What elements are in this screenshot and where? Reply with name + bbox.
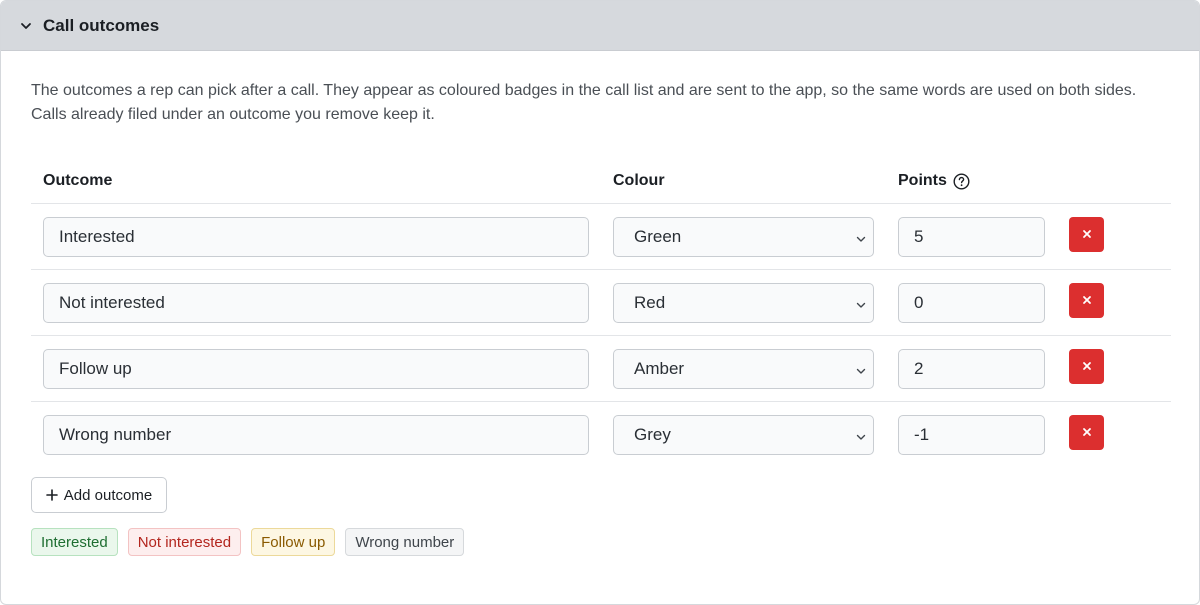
delete-outcome-button[interactable] (1069, 349, 1104, 384)
outcome-name-input[interactable]: Not interested (43, 283, 589, 323)
colour-select[interactable]: Red (613, 283, 874, 323)
status-badge: Not interested (127, 528, 242, 556)
header-outcome: Outcome (43, 172, 113, 189)
chevron-down-icon[interactable] (19, 19, 33, 33)
points-input[interactable]: 5 (898, 217, 1045, 257)
colour-select[interactable]: Grey (613, 415, 874, 455)
chevron-down-icon (855, 296, 867, 308)
close-icon (1082, 226, 1092, 244)
table-row: Not interested Red 0 (31, 270, 1171, 336)
add-outcome-button[interactable]: Add outcome (31, 477, 167, 513)
header-points-label: Points (898, 172, 947, 189)
colour-select[interactable]: Amber (613, 349, 874, 389)
table-row: Wrong number Grey -1 (31, 402, 1171, 468)
chevron-down-icon (855, 230, 867, 242)
colour-select-value: Amber (634, 359, 685, 378)
points-input[interactable]: 0 (898, 283, 1045, 323)
points-input[interactable]: -1 (898, 415, 1045, 455)
status-badge: Interested (31, 528, 118, 556)
colour-select[interactable]: Green (613, 217, 874, 257)
panel-description: The outcomes a rep can pick after a call… (31, 82, 1137, 123)
delete-outcome-button[interactable] (1069, 217, 1104, 252)
outcome-name-input[interactable]: Wrong number (43, 415, 589, 455)
header-points: Points (898, 172, 970, 190)
header-colour: Colour (613, 172, 665, 189)
panel-header[interactable]: Call outcomes (1, 1, 1199, 51)
table-row: Interested Green 5 (31, 204, 1171, 270)
close-icon (1082, 358, 1092, 376)
outcomes-table: Outcome Colour Points Interested Green 5… (31, 159, 1171, 468)
status-badge: Wrong number (345, 528, 465, 556)
points-input[interactable]: 2 (898, 349, 1045, 389)
status-badge: Follow up (251, 528, 336, 556)
colour-select-value: Grey (634, 425, 671, 444)
close-icon (1082, 424, 1092, 442)
colour-select-value: Green (634, 227, 682, 246)
add-outcome-label: Add outcome (63, 486, 153, 504)
delete-outcome-button[interactable] (1069, 283, 1104, 318)
table-header: Outcome Colour Points (31, 159, 1171, 204)
chevron-down-icon (855, 428, 867, 440)
outcome-name-input[interactable]: Interested (43, 217, 589, 257)
colour-select-value: Red (634, 293, 666, 312)
delete-outcome-button[interactable] (1069, 415, 1104, 450)
badge-preview: Interested Not interested Follow up Wron… (31, 528, 465, 556)
panel-title: Call outcomes (43, 15, 160, 35)
help-icon[interactable] (953, 172, 970, 190)
plus-icon (45, 489, 58, 501)
table-row: Follow up Amber 2 (31, 336, 1171, 402)
outcome-name-input[interactable]: Follow up (43, 349, 589, 389)
close-icon (1082, 292, 1092, 310)
chevron-down-icon (855, 362, 867, 374)
call-outcomes-panel: Call outcomes The outcomes a rep can pic… (0, 0, 1200, 605)
